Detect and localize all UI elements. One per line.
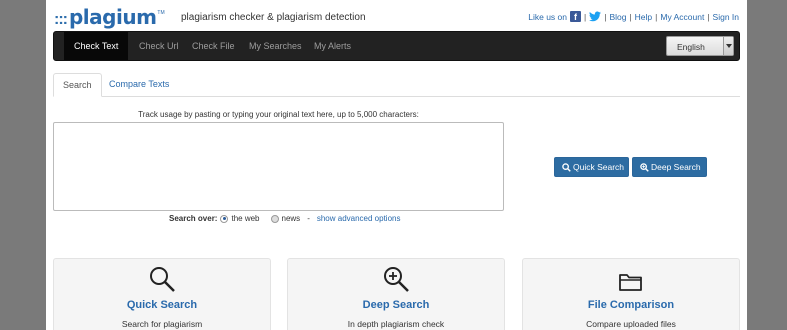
card-file-comparison[interactable]: File Comparison Compare uploaded files	[522, 258, 740, 330]
tagline: plagiarism checker & plagiarism detectio…	[181, 12, 366, 23]
nav-check-url[interactable]: Check Url	[129, 32, 189, 60]
nav-check-file[interactable]: Check File	[182, 32, 245, 60]
folder-icon	[619, 274, 642, 291]
chevron-down-icon[interactable]	[723, 37, 733, 55]
nav-my-searches[interactable]: My Searches	[239, 32, 312, 60]
separator: -	[307, 214, 310, 223]
nav-check-text[interactable]: Check Text	[64, 32, 129, 60]
search-textarea[interactable]	[53, 122, 504, 211]
radio-news[interactable]	[270, 214, 279, 223]
zoom-in-icon	[640, 163, 649, 172]
quick-search-button[interactable]: Quick Search	[554, 157, 629, 177]
search-over-label: Search over:	[169, 214, 218, 223]
like-us-label: Like us on	[528, 11, 567, 22]
zoom-in-icon	[384, 267, 409, 292]
radio-web[interactable]	[220, 214, 229, 223]
card-deep-search[interactable]: Deep Search In depth plagiarism check	[287, 258, 505, 330]
logo-trademark: TM	[157, 10, 165, 16]
card-description: Search for plagiarism	[121, 319, 203, 329]
card-description: In depth plagiarism check	[347, 319, 445, 329]
deep-search-button[interactable]: Deep Search	[632, 157, 707, 177]
deep-search-label: Deep Search	[651, 162, 701, 172]
radio-web-label: the web	[231, 214, 260, 223]
help-link[interactable]: Help	[635, 12, 652, 22]
logo[interactable]: ::: plagium TM	[54, 5, 165, 29]
radio-news-label: news	[281, 214, 301, 223]
top-links: Like us on f | | Blog | Help | My Accoun…	[528, 11, 739, 22]
page: ::: plagium TM plagiarism checker & plag…	[46, 0, 747, 330]
nav-my-alerts[interactable]: My Alerts	[304, 32, 361, 60]
card-title: Quick Search	[126, 299, 198, 311]
search-icon	[562, 163, 571, 172]
tab-search[interactable]: Search	[53, 73, 102, 97]
quick-search-label: Quick Search	[573, 162, 625, 172]
search-over-options: Search over: the web news - show advance…	[169, 214, 400, 223]
tab-bar: Search Compare Texts	[53, 73, 740, 97]
twitter-icon[interactable]	[589, 11, 602, 22]
card-quick-search[interactable]: Quick Search Search for plagiarism	[53, 258, 271, 330]
card-title: Deep Search	[362, 299, 430, 311]
logo-dots: :::	[54, 11, 68, 28]
tab-compare-texts[interactable]: Compare Texts	[100, 73, 178, 97]
facebook-icon[interactable]: f	[570, 11, 581, 22]
my-account-link[interactable]: My Account	[660, 12, 704, 22]
card-title: File Comparison	[587, 299, 675, 311]
text-hint: Track usage by pasting or typing your or…	[138, 110, 419, 119]
logo-text: plagium	[68, 5, 157, 29]
magnifier-icon	[150, 267, 175, 292]
navbar: Check Text Check Url Check File My Searc…	[53, 31, 740, 61]
blog-link[interactable]: Blog	[609, 12, 626, 22]
card-description: Compare uploaded files	[586, 319, 676, 329]
language-select[interactable]: English	[666, 36, 734, 56]
advanced-options-link[interactable]: show advanced options	[317, 214, 401, 223]
sign-in-link[interactable]: Sign In	[713, 12, 739, 22]
language-value: English	[677, 42, 705, 52]
